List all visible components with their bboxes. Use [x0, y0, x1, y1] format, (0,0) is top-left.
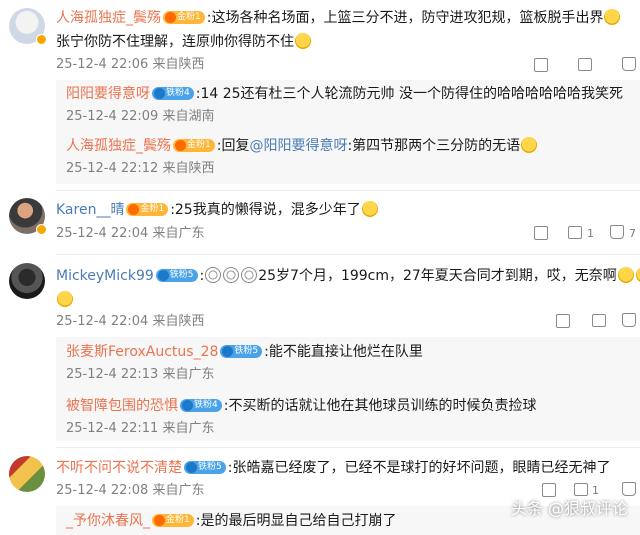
comment-meta: 25-12-4 22:04 来自广东 [56, 226, 205, 241]
glasses-emoji-icon [241, 267, 258, 283]
comment-text: :25我真的懒得说，混多少年了 [170, 202, 361, 218]
emoji-icon [295, 33, 311, 49]
like-icon[interactable] [622, 482, 636, 496]
comment-text: :这场各种名场面，上篮三分不进，防守进攻犯规，篮板脱手出界 [206, 10, 604, 26]
fan-badge: 铁粉5 [184, 460, 226, 474]
comment-text: 25岁7个月，199cm，27年夏天合同才到期，哎，无奈啊 [258, 268, 617, 284]
like-icon[interactable] [610, 225, 624, 239]
reply-username[interactable]: _予你沐春风_ [66, 513, 150, 529]
comment-line: 人海孤独症_鬓殇 金粉1:这场各种名场面，上篮三分不进，防守进攻犯规，篮板脱手出界 [56, 8, 621, 28]
fan-badge: 金粉1 [173, 138, 215, 152]
comment-line: 不听不问不说不清楚 铁粉5:张皓嘉已经废了，已经不是球打的好坏问题，眼睛已经无神了 [56, 458, 610, 478]
emoji-icon [521, 137, 538, 153]
comment-text-continued: 张宁你防不住理解，连原帅你得防不住 [56, 34, 294, 50]
comment-text: :张皓嘉已经废了，已经不是球打的好坏问题，眼睛已经无神了 [227, 460, 611, 476]
reply-username[interactable]: 被智障包围的恐惧 [66, 398, 178, 414]
fan-badge: 金粉1 [152, 513, 194, 527]
comment-count: 1 [587, 227, 594, 240]
glasses-emoji-icon [223, 267, 240, 283]
share-icon[interactable] [534, 226, 548, 240]
reply-text: :14 25还有杜三个人轮流防元帅 没一个防得住的哈哈哈哈哈哈我笑死 [195, 86, 623, 102]
like-icon[interactable] [622, 313, 636, 327]
comment-icon[interactable] [592, 314, 606, 327]
fan-badge: 铁粉4 [180, 398, 222, 412]
like-icon[interactable] [622, 57, 636, 71]
comment-line: 张宁你防不住理解，连原帅你得防不住 [56, 32, 312, 52]
comment-line [56, 290, 74, 310]
mention-link[interactable]: @阳阳要得意呀 [249, 138, 347, 154]
glasses-emoji-icon [205, 267, 222, 283]
reply-prefix: :回复 [216, 138, 250, 154]
reply-line: 人海孤独症_鬓殇 金粉1:回复@阳阳要得意呀:第四节那两个三分防的无语 [66, 136, 538, 156]
fan-badge: 铁粉4 [152, 86, 194, 100]
comment-line: Karen__晴 金粉1:25我真的懒得说，混多少年了 [56, 200, 379, 220]
username[interactable]: Karen__晴 [56, 202, 124, 218]
reply-meta: 25-12-4 22:12 来自陕西 [66, 161, 215, 176]
fan-badge: 铁粉5 [220, 344, 263, 358]
reply-text: :是的最后明显自己给自己打崩了 [195, 513, 397, 529]
reply-username[interactable]: 人海孤独症_鬓殇 [66, 138, 171, 154]
divider [56, 447, 640, 448]
reply-username[interactable]: 阳阳要得意呀 [66, 86, 150, 102]
verified-icon [36, 224, 47, 235]
fan-badge: 金粉1 [126, 202, 169, 216]
reply-line: _予你沐春风_ 金粉1:是的最后明显自己给自己打崩了 [66, 511, 396, 531]
verified-icon [36, 34, 47, 45]
reply-text: :不买断的话就让他在其他球员训练的时候负责捡球 [223, 398, 537, 414]
fan-badge: 金粉1 [163, 10, 205, 24]
comment-meta: 25-12-4 22:08 来自广东 [56, 483, 205, 498]
share-icon[interactable] [534, 58, 548, 72]
reply-meta: 25-12-4 22:13 来自广东 [66, 367, 215, 382]
reply-line: 张麦斯FeroxAuctus_28 铁粉5:能不能直接让他烂在队里 [66, 342, 423, 362]
avatar[interactable] [9, 263, 45, 299]
like-count: 7 [629, 227, 636, 240]
reply-line: 阳阳要得意呀 铁粉4:14 25还有杜三个人轮流防元帅 没一个防得住的哈哈哈哈哈哈… [66, 84, 623, 104]
username[interactable]: 人海孤独症_鬓殇 [56, 10, 161, 26]
comment-line: MickeyMick99 铁粉5: 25岁7个月，199cm，27年夏天合同才到期，… [56, 266, 640, 286]
reply-username[interactable]: 张麦斯FeroxAuctus_28 [66, 344, 218, 360]
avatar[interactable] [9, 456, 45, 492]
comment-meta: 25-12-4 22:06 来自陕西 [56, 57, 205, 72]
reply-meta: 25-12-4 22:09 来自湖南 [66, 109, 215, 124]
divider [56, 254, 640, 255]
comment-icon[interactable] [568, 226, 582, 239]
emoji-icon [617, 267, 634, 283]
username[interactable]: 不听不问不说不清楚 [56, 460, 182, 476]
divider [56, 190, 640, 191]
emoji-icon [635, 267, 640, 283]
reply-text: :能不能直接让他烂在队里 [264, 344, 423, 360]
username[interactable]: MickeyMick99 [56, 268, 154, 284]
comment-meta: 25-12-4 22:04 来自陕西 [56, 314, 205, 329]
watermark: 头条 @狠叔评论 [510, 499, 628, 518]
emoji-icon [604, 9, 621, 25]
share-icon[interactable] [556, 314, 570, 328]
emoji-icon [57, 291, 73, 307]
emoji-icon [361, 201, 378, 217]
reply-meta: 25-12-4 22:11 来自广东 [66, 421, 215, 436]
colon: : [199, 268, 205, 284]
reply-text: :第四节那两个三分防的无语 [347, 138, 521, 154]
fan-badge: 铁粉5 [155, 268, 198, 282]
reply-line: 被智障包围的恐惧 铁粉4:不买断的话就让他在其他球员训练的时候负责捡球 [66, 396, 536, 416]
comment-icon[interactable] [578, 58, 592, 71]
